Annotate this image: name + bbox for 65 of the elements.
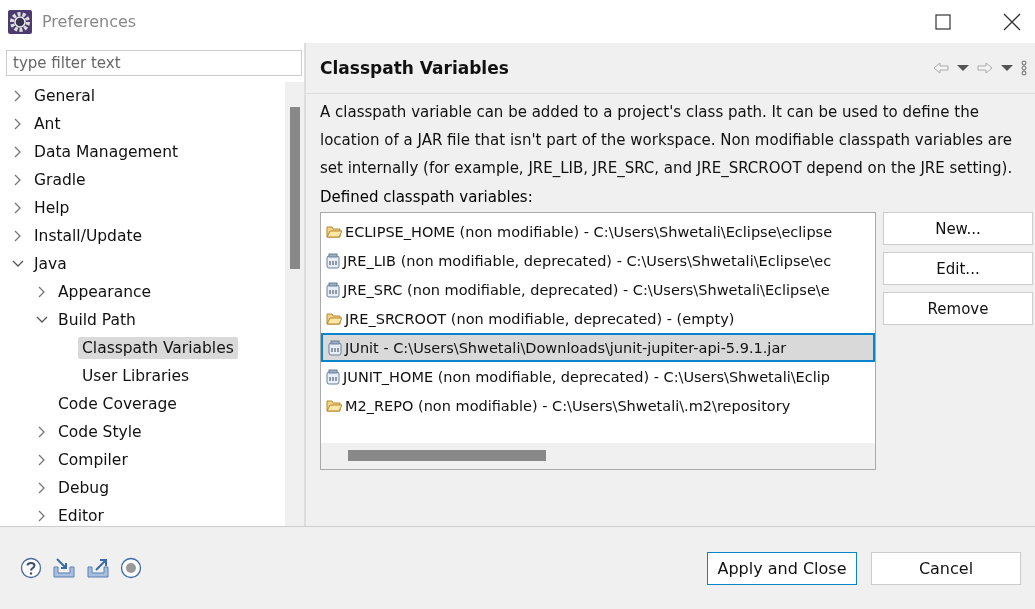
gear-icon — [8, 9, 32, 34]
expand-chevron-icon[interactable] — [14, 118, 22, 130]
tree-item[interactable]: Data Management — [30, 141, 183, 163]
tree-item[interactable]: Build Path — [54, 309, 140, 331]
help-icon[interactable] — [20, 557, 42, 579]
folder-icon — [326, 398, 342, 413]
folder-icon — [326, 224, 342, 239]
jar-icon — [326, 281, 340, 298]
jar-icon — [326, 252, 340, 269]
tree-item[interactable]: Code Coverage — [54, 393, 181, 415]
tree-item[interactable]: Debug — [54, 477, 113, 499]
expand-chevron-icon[interactable] — [14, 202, 22, 214]
import-icon[interactable] — [52, 557, 76, 579]
list-item[interactable]: M2_REPO (non modifiable) - C:\Users\Shwetali\.m2\repository — [321, 391, 875, 420]
side-button[interactable]: New... — [883, 212, 1033, 245]
list-item[interactable]: JRE_SRCROOT (non modifiable, deprecated) - (empty) — [321, 304, 875, 333]
side-button[interactable]: Edit... — [883, 252, 1033, 285]
expand-chevron-icon[interactable] — [38, 510, 46, 522]
expand-chevron-icon[interactable] — [38, 286, 46, 298]
list-item[interactable]: ECLIPSE_HOME (non modifiable) - C:\Users\Shwetali\Eclipse\eclipse — [321, 217, 875, 246]
tree-item[interactable]: Code Style — [54, 421, 146, 443]
tree-item[interactable]: Gradle — [30, 169, 90, 191]
list-item[interactable]: JRE_LIB (non modifiable, deprecated) - C:\Users\Shwetali\Eclipse\ec — [321, 246, 875, 275]
jar-icon — [328, 339, 342, 356]
folder-icon — [326, 311, 342, 326]
scrollbar[interactable] — [285, 82, 304, 526]
apply-and-close-button[interactable]: Apply and Close — [707, 551, 857, 585]
description-text: A classpath variable can be added to a project's class path. It can be used to define the location of a JAR file that isn't part of the workspace. Non modifiable classpath variables are set internally (for example, JRE_LIB, JRE_SRC, and JRE_SRCROOT depend on the JRE setting). — [320, 102, 1014, 179]
tree-item[interactable]: Help — [30, 197, 74, 219]
tree-item[interactable]: Editor — [54, 505, 108, 526]
dropdown-triangle-icon[interactable] — [1001, 64, 1013, 72]
tree-item[interactable]: User Libraries — [78, 365, 194, 387]
expand-chevron-icon[interactable] — [38, 454, 46, 466]
tree-item[interactable]: Compiler — [54, 449, 132, 471]
tree-item[interactable]: Appearance — [54, 281, 156, 303]
expand-chevron-icon[interactable] — [14, 90, 22, 102]
tree-item[interactable]: Classpath Variables — [78, 337, 238, 359]
collapse-chevron-icon[interactable] — [12, 260, 24, 268]
window-title: Preferences — [42, 12, 137, 31]
export-icon[interactable] — [86, 557, 110, 579]
expand-chevron-icon[interactable] — [38, 482, 46, 494]
more-icon[interactable] — [1021, 60, 1027, 76]
expand-chevron-icon[interactable] — [38, 426, 46, 438]
collapse-chevron-icon[interactable] — [36, 316, 48, 324]
record-icon[interactable] — [120, 557, 142, 579]
expand-chevron-icon[interactable] — [14, 146, 22, 158]
tree-item[interactable]: Ant — [30, 113, 65, 135]
close-icon[interactable] — [1003, 12, 1021, 31]
tree-item[interactable]: General — [30, 85, 100, 107]
list-item[interactable]: JUnit - C:\Users\Shwetali\Downloads\junit-jupiter-api-5.9.1.jar — [321, 333, 875, 362]
list-item[interactable]: JRE_SRC (non modifiable, deprecated) - C:\Users\Shwetali\Eclipse\e — [321, 275, 875, 304]
cancel-button[interactable]: Cancel — [871, 551, 1021, 585]
dropdown-triangle-icon[interactable] — [957, 64, 969, 72]
jar-icon — [326, 368, 340, 385]
scrollbar-thumb[interactable] — [348, 450, 546, 461]
filter-field[interactable]: type filter text — [6, 50, 302, 76]
tree-item[interactable]: Java — [30, 253, 71, 275]
list-label: Defined classpath variables: — [320, 187, 534, 208]
expand-chevron-icon[interactable] — [14, 230, 22, 242]
list-item[interactable]: JUNIT_HOME (non modifiable, deprecated) - C:\Users\Shwetali\Eclip — [321, 362, 875, 391]
tree-item[interactable]: Install/Update — [30, 225, 146, 247]
page-title: Classpath Variables — [320, 58, 509, 78]
expand-chevron-icon[interactable] — [14, 174, 22, 186]
maximize-icon[interactable] — [935, 13, 951, 30]
side-button[interactable]: Remove — [883, 292, 1033, 325]
